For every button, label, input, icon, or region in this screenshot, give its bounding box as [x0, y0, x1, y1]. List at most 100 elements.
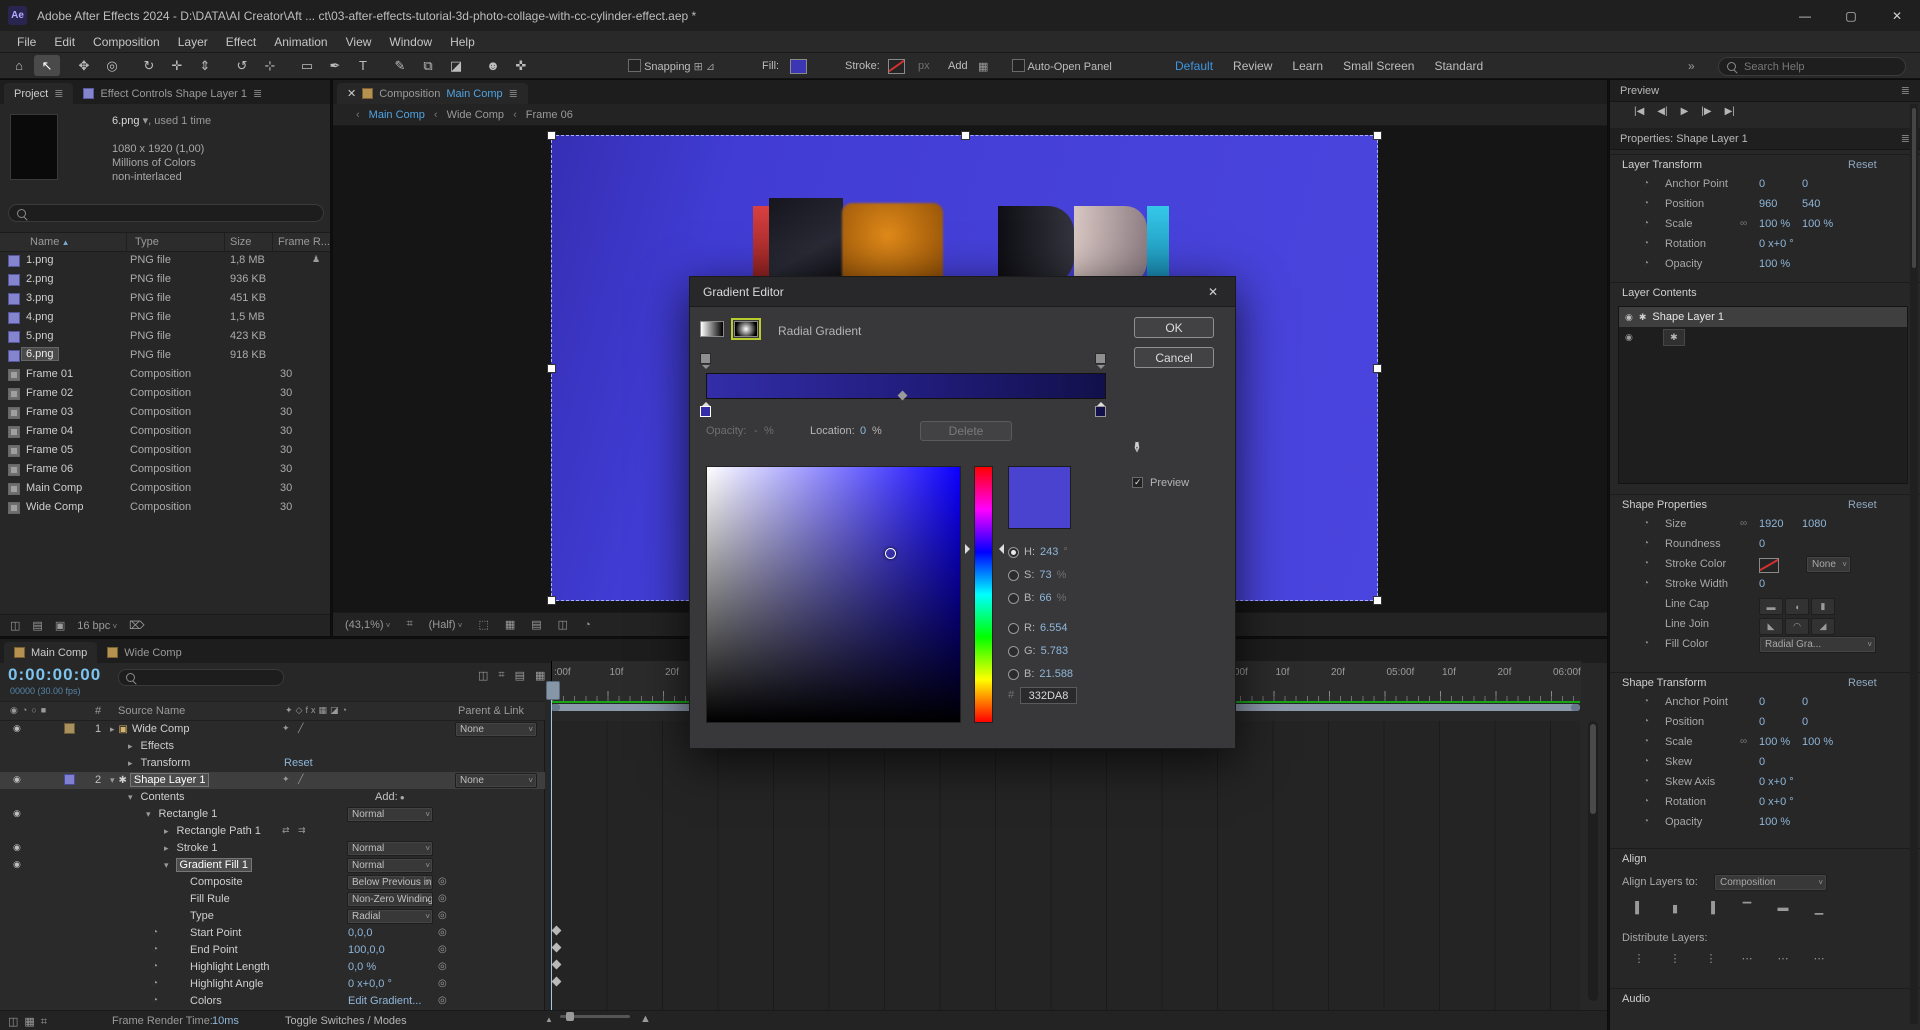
- align-section[interactable]: Align: [1610, 848, 1920, 869]
- zoom-out-mountain-icon[interactable]: ▲: [545, 1015, 553, 1024]
- hide-shy-layers-icon[interactable]: ▤: [515, 669, 525, 682]
- tab-effect-controls[interactable]: Effect Controls Shape Layer 1≣: [73, 83, 272, 104]
- menu-item[interactable]: Composition: [84, 35, 169, 49]
- property-value[interactable]: 100,0,0: [348, 944, 385, 956]
- row-label[interactable]: Transform: [141, 757, 191, 769]
- stopwatch-icon[interactable]: [1643, 756, 1649, 767]
- pick-whip-icon[interactable]: ◎: [438, 927, 447, 938]
- puppet-pin-tool[interactable]: ✜: [508, 55, 534, 76]
- current-time-indicator-handle[interactable]: [546, 681, 560, 700]
- workspace-tab[interactable]: Standard: [1424, 59, 1493, 73]
- reset-link[interactable]: Reset: [1848, 159, 1877, 171]
- keyframe-diamond[interactable]: [552, 977, 562, 987]
- keyframe-diamond[interactable]: [552, 943, 562, 953]
- resolution-select[interactable]: (Half): [429, 619, 463, 631]
- project-item-row[interactable]: 3.png PNG file 451 KB: [0, 289, 330, 308]
- timeline-row[interactable]: Highlight Angle 0 x+0,0 ° ◎: [0, 976, 1580, 993]
- dialog-close-icon[interactable]: ✕: [1204, 285, 1222, 299]
- frame-blending-icon[interactable]: ▦: [535, 669, 545, 682]
- timeline-row[interactable]: ▸Transform Reset: [0, 755, 1580, 772]
- project-item-row[interactable]: Frame 02 Composition 30: [0, 384, 330, 403]
- opacity-stop-left[interactable]: [700, 353, 711, 364]
- stroke-type-select[interactable]: None: [1806, 556, 1851, 573]
- row-label[interactable]: Contents: [141, 791, 185, 803]
- timeline-row[interactable]: Composite Below Previous in Sa ◎: [0, 874, 1580, 891]
- property-value[interactable]: 0: [1759, 716, 1765, 728]
- menu-item[interactable]: Effect: [217, 35, 265, 49]
- pick-whip-icon[interactable]: ◎: [438, 961, 447, 972]
- brightness-field[interactable]: 66: [1039, 592, 1051, 604]
- camera-view-icon[interactable]: ▤: [531, 618, 541, 631]
- eye-icon[interactable]: [13, 859, 21, 870]
- contents-row-shape-layer[interactable]: ◉ ✱ Shape Layer 1: [1619, 307, 1907, 327]
- green-field[interactable]: 5.783: [1041, 645, 1069, 657]
- align-vertical-center-button[interactable]: ▬: [1770, 900, 1796, 916]
- project-item-row[interactable]: Frame 03 Composition 30: [0, 403, 330, 422]
- layer-color-chip[interactable]: [64, 808, 73, 817]
- close-button[interactable]: ✕: [1874, 0, 1920, 31]
- color-mode-radio[interactable]: [1008, 669, 1019, 680]
- timeline-row[interactable]: Fill Rule Non-Zero Winding ◎: [0, 891, 1580, 908]
- layer-color-chip[interactable]: [64, 876, 73, 885]
- twirl-arrow-icon[interactable]: ▾: [110, 775, 115, 785]
- stopwatch-icon[interactable]: [1643, 218, 1649, 229]
- first-frame-button[interactable]: |◀: [1634, 106, 1644, 117]
- property-value[interactable]: 100 %: [1759, 736, 1790, 748]
- layer-color-chip[interactable]: [64, 791, 73, 800]
- orbit-camera-tool[interactable]: ↻: [136, 55, 162, 76]
- shape-group-icon[interactable]: ✱: [1663, 329, 1685, 346]
- delete-stop-button[interactable]: Delete: [920, 421, 1012, 441]
- stopwatch-icon[interactable]: [1643, 716, 1649, 727]
- parent-select[interactable]: None: [455, 773, 537, 788]
- pick-whip-icon[interactable]: ◎: [438, 995, 447, 1006]
- property-value[interactable]: 0 x+0,0 °: [348, 978, 392, 990]
- row-label[interactable]: Start Point: [190, 927, 241, 939]
- layer-color-chip[interactable]: [64, 910, 73, 919]
- color-mode-radio[interactable]: [1008, 623, 1019, 634]
- contents-row-group[interactable]: ◉ ✱: [1619, 327, 1907, 347]
- color-mode-radio[interactable]: [1008, 593, 1019, 604]
- row-label[interactable]: Wide Comp: [132, 723, 189, 735]
- stopwatch-icon[interactable]: [1643, 736, 1649, 747]
- timeline-row[interactable]: ▾Rectangle 1 Normal: [0, 806, 1580, 823]
- property-value[interactable]: 0: [1802, 178, 1808, 190]
- selection-handle[interactable]: [547, 131, 556, 140]
- property-value[interactable]: 0: [1802, 696, 1808, 708]
- home-tool[interactable]: ⌂: [6, 55, 32, 76]
- property-value[interactable]: 0: [1759, 178, 1765, 190]
- preview-panel-header[interactable]: Preview≣: [1610, 80, 1920, 102]
- tab-project[interactable]: Project≣: [4, 83, 73, 104]
- hue-slider[interactable]: [974, 466, 993, 723]
- workspace-tab[interactable]: Review: [1223, 59, 1282, 73]
- timeline-search[interactable]: [118, 669, 284, 686]
- timeline-row[interactable]: Colors Edit Gradient... ◎: [0, 993, 1580, 1010]
- selection-handle[interactable]: [547, 596, 556, 605]
- stopwatch-icon[interactable]: [1643, 238, 1649, 249]
- mode-select[interactable]: Normal: [347, 807, 433, 822]
- property-value[interactable]: 0 x+0 °: [1759, 776, 1794, 788]
- panel-menu-icon[interactable]: ≣: [1901, 84, 1910, 97]
- timeline-row[interactable]: 2 ▾✱Shape Layer 1 ✦ ╱ None: [0, 772, 1580, 789]
- trash-icon[interactable]: ⌦: [129, 619, 145, 632]
- stopwatch-icon[interactable]: [1643, 638, 1649, 649]
- eye-icon[interactable]: [13, 723, 21, 734]
- timeline-row[interactable]: Start Point 0,0,0 ◎: [0, 925, 1580, 942]
- cancel-button[interactable]: Cancel: [1134, 347, 1214, 368]
- brush-tool[interactable]: ✎: [387, 55, 413, 76]
- timeline-row[interactable]: ▾Gradient Fill 1 Normal: [0, 857, 1580, 874]
- view-layout-icon[interactable]: ◫: [558, 618, 568, 631]
- add-label[interactable]: Add: [948, 60, 968, 72]
- mode-select[interactable]: Normal: [347, 858, 433, 873]
- pick-whip-icon[interactable]: ◎: [438, 978, 447, 989]
- stopwatch-icon[interactable]: [1643, 696, 1649, 707]
- property-value[interactable]: 0: [1802, 716, 1808, 728]
- stopwatch-icon[interactable]: [1643, 178, 1649, 189]
- distribute-horizontal-center-button[interactable]: ⋯: [1770, 950, 1796, 966]
- layer-color-chip[interactable]: [64, 978, 73, 987]
- row-label[interactable]: Fill Rule: [190, 893, 230, 905]
- overflow-chevron-icon[interactable]: »: [1688, 59, 1695, 73]
- panel-menu-icon[interactable]: ≣: [509, 87, 518, 100]
- project-columns-header[interactable]: Name Type Size Frame R...: [0, 232, 330, 252]
- layer-color-chip[interactable]: [64, 842, 73, 851]
- align-right-button[interactable]: ▐: [1698, 900, 1724, 916]
